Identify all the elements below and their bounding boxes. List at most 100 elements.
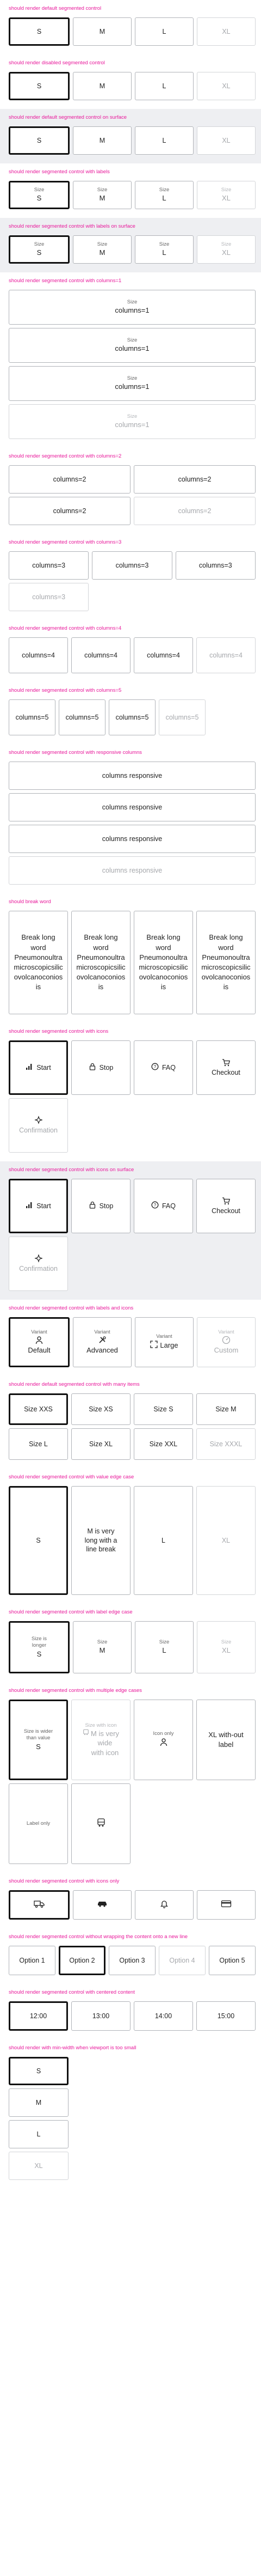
segment-1200[interactable]: 12:00: [9, 2001, 68, 2031]
segment-checkout[interactable]: Checkout: [196, 1040, 256, 1095]
segment-1[interactable]: columns responsive: [9, 762, 256, 790]
segment-faq[interactable]: ? FAQ: [134, 1179, 193, 1233]
segment-label: Size: [221, 187, 232, 193]
segment-start[interactable]: Start: [9, 1040, 68, 1095]
segment-2[interactable]: columns responsive: [9, 793, 256, 821]
segment-option-3[interactable]: Option 3: [109, 1946, 156, 1975]
segment-xs[interactable]: Size XS: [71, 1393, 130, 1425]
segment-car[interactable]: [73, 1890, 132, 1920]
segment-1500[interactable]: 15:00: [196, 2001, 256, 2031]
segment-s[interactable]: S: [9, 2057, 69, 2085]
segment-label-only[interactable]: Label only: [9, 1783, 68, 1864]
segmented-control: Size S Size M Size L Size XL: [9, 235, 256, 264]
segment-label: Label only: [26, 1820, 51, 1826]
segment-1[interactable]: columns=3: [9, 551, 89, 580]
segment-label: Size: [34, 187, 45, 193]
segment-l[interactable]: L: [135, 72, 194, 100]
segment-advanced[interactable]: Variant Advanced: [73, 1317, 132, 1367]
segment-stop[interactable]: Stop: [71, 1040, 130, 1095]
segment-s[interactable]: S: [9, 72, 70, 100]
segment-m[interactable]: M is very long with a line break: [71, 1486, 130, 1595]
story-title: should render segmented control with col…: [9, 278, 122, 284]
story-icons: should render segmented control with ico…: [0, 1023, 261, 1161]
segment-l[interactable]: L: [135, 126, 194, 155]
segment-s[interactable]: S: [9, 126, 70, 155]
story-break-word: should break word Break long word Pneumo…: [0, 893, 261, 1023]
segment-3[interactable]: Size columns=1: [9, 366, 256, 401]
segment-m[interactable]: M: [73, 126, 132, 155]
segment-large[interactable]: Variant Large: [135, 1317, 194, 1367]
story-title: should render default segmented control: [9, 5, 102, 11]
segment-icon-only[interactable]: Icon only: [134, 1700, 193, 1780]
segment-start[interactable]: Start: [9, 1179, 68, 1233]
segment-m[interactable]: Size M: [196, 1393, 256, 1425]
segment-without-label[interactable]: XL with-out label: [196, 1700, 256, 1780]
segment-1[interactable]: columns=5: [9, 699, 55, 735]
segment-s[interactable]: Size S: [9, 181, 70, 209]
segment-l[interactable]: L: [9, 2120, 69, 2148]
segment-1300[interactable]: 13:00: [71, 2001, 130, 2031]
segment-l[interactable]: Size L: [135, 181, 194, 209]
segment-xxl[interactable]: Size XXL: [134, 1428, 193, 1460]
segment-l[interactable]: Size L: [135, 1621, 194, 1673]
segment-m[interactable]: Size M: [73, 181, 132, 209]
segment-faq[interactable]: ? FAQ: [134, 1040, 193, 1095]
segment-value: Start: [36, 1063, 51, 1071]
segment-1[interactable]: Break long word Pneumonoultramicroscopic…: [9, 911, 68, 1014]
segment-3[interactable]: Break long word Pneumonoultramicroscopic…: [134, 911, 193, 1014]
segment-s[interactable]: Size S: [134, 1393, 193, 1425]
segment-option-1[interactable]: Option 1: [9, 1946, 55, 1975]
segment-value: XL: [222, 248, 231, 257]
segment-3[interactable]: columns=4: [134, 637, 193, 673]
segment-2[interactable]: columns=5: [59, 699, 105, 735]
segment-m[interactable]: Size M: [73, 235, 132, 264]
segment-truck[interactable]: [9, 1890, 70, 1920]
segment-m[interactable]: Size M: [73, 1621, 132, 1673]
segment-l[interactable]: L: [135, 17, 194, 46]
segment-1[interactable]: columns=2: [9, 465, 130, 494]
story-label-edge: should render segmented control with lab…: [0, 1604, 261, 1682]
segment-4[interactable]: Break long word Pneumonoultramicroscopic…: [196, 911, 256, 1014]
segment-l[interactable]: Size L: [9, 1428, 68, 1460]
segment-xl[interactable]: Size XL: [71, 1428, 130, 1460]
segment-1[interactable]: columns=4: [9, 637, 68, 673]
segment-2[interactable]: Size columns=1: [9, 328, 256, 363]
segment-card[interactable]: [197, 1890, 256, 1920]
segment-4: Size columns=1: [9, 404, 256, 439]
segment-1[interactable]: Size columns=1: [9, 290, 256, 325]
segment-1400[interactable]: 14:00: [134, 2001, 193, 2031]
segment-m[interactable]: M: [9, 2088, 69, 2117]
story-title: should render segmented control with col…: [9, 687, 122, 693]
segment-value: columns=1: [115, 306, 150, 315]
segment-l[interactable]: L: [134, 1486, 193, 1595]
segment-l[interactable]: Size L: [135, 235, 194, 264]
segment-3[interactable]: columns=3: [175, 551, 256, 580]
segment-option-2[interactable]: Option 2: [59, 1946, 105, 1975]
segment-default[interactable]: Variant Default: [9, 1317, 70, 1367]
segment-option-5[interactable]: Option 5: [209, 1946, 256, 1975]
story-title: should render segmented control with col…: [9, 539, 122, 545]
story-title: should render default segmented control …: [9, 1381, 140, 1387]
segment-s[interactable]: Size is wider than value S: [9, 1700, 68, 1780]
segment-m[interactable]: M: [73, 72, 132, 100]
segment-xxs[interactable]: Size XXS: [9, 1393, 68, 1425]
segment-s[interactable]: Size S: [9, 235, 70, 264]
segment-2[interactable]: columns=4: [71, 637, 130, 673]
segment-2[interactable]: Break long word Pneumonoultramicroscopic…: [71, 911, 130, 1014]
segment-2[interactable]: columns=2: [134, 465, 256, 494]
story-title: should render segmented control with cen…: [9, 1989, 135, 1995]
segment-checkout[interactable]: Checkout: [196, 1179, 256, 1233]
segment-bell[interactable]: [135, 1890, 194, 1920]
segment-3[interactable]: columns=5: [109, 699, 156, 735]
segment-2[interactable]: columns=3: [92, 551, 172, 580]
segment-3[interactable]: columns=2: [9, 497, 130, 525]
segment-s[interactable]: Size is longer S: [9, 1621, 70, 1673]
segment-s[interactable]: S: [9, 17, 70, 46]
segment-3[interactable]: columns responsive: [9, 825, 256, 853]
segment-m[interactable]: M: [73, 17, 132, 46]
segment-s[interactable]: S: [9, 1486, 68, 1595]
segment-4: columns=5: [159, 699, 206, 735]
segment-label: Size: [221, 1639, 232, 1646]
segment-bus[interactable]: [71, 1783, 130, 1864]
segment-stop[interactable]: Stop: [71, 1179, 130, 1233]
